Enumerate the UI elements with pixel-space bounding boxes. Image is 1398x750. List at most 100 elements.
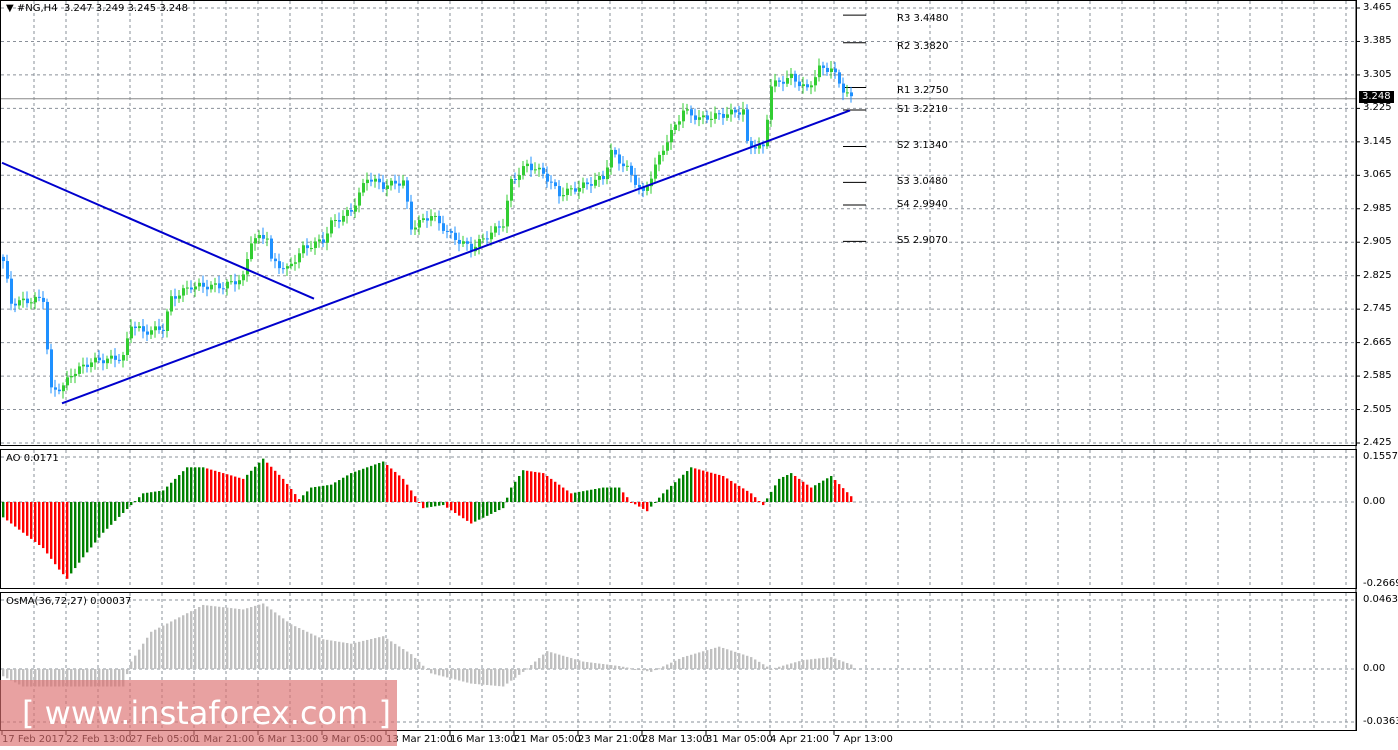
price-axis-label: 3.465 (1363, 2, 1392, 13)
ao-bar (330, 484, 333, 502)
candle-bull (194, 286, 197, 290)
candle-bear (134, 326, 137, 329)
ao-bar (546, 475, 549, 502)
ao-bar (706, 471, 709, 502)
osma-bar (222, 607, 225, 669)
ao-bar (730, 480, 733, 502)
candle-bull (246, 259, 249, 275)
osma-bar (822, 657, 825, 669)
candle-bull (678, 121, 681, 125)
ao-bar (750, 493, 753, 502)
candle-bull (70, 375, 73, 378)
candle-bear (262, 234, 265, 239)
trendline (61, 109, 851, 405)
osma-bar (186, 613, 189, 669)
osma-bar (682, 657, 685, 669)
candle-bear (222, 288, 225, 290)
candle-bear (838, 72, 841, 84)
ao-bar (130, 502, 133, 506)
ao-bar (722, 475, 725, 502)
candle-bull (286, 266, 289, 269)
ao-bar (278, 474, 281, 502)
candle-bull (598, 175, 601, 180)
candle-bull (482, 238, 485, 240)
ao-bar (370, 465, 373, 502)
osma-bar (494, 669, 497, 686)
osma-bar (138, 649, 141, 669)
osma-bar (634, 669, 637, 670)
time-axis-label: 31 Mar 05:00 (706, 734, 773, 745)
candle-bear (466, 241, 469, 244)
candle-bear (706, 115, 709, 120)
osma-bar (390, 641, 393, 669)
ao-bar (126, 502, 129, 510)
candle-bull (702, 115, 705, 118)
candle-bear (162, 329, 165, 331)
osma-bar (850, 664, 853, 669)
candle-bull (502, 226, 505, 228)
candle-bear (734, 109, 737, 113)
candle-bull (290, 263, 293, 267)
osma-bar (626, 667, 629, 669)
candle-bear (46, 301, 49, 350)
osma-bar (310, 633, 313, 669)
candle-bull (110, 355, 113, 359)
ao-bar (414, 496, 417, 502)
candle-bear (486, 238, 489, 240)
ao-bar (442, 502, 445, 506)
ao-bar (814, 485, 817, 502)
candle-bear (738, 112, 741, 115)
ao-bar (302, 495, 305, 502)
osma-bar (742, 654, 745, 669)
ao-bar (286, 483, 289, 502)
candle-bull (418, 220, 421, 228)
candle-bear (822, 65, 825, 68)
ao-bar (378, 462, 381, 502)
osma-bar (242, 609, 245, 669)
candle-bull (22, 298, 25, 301)
ao-bar (270, 466, 273, 502)
osma-bar (618, 666, 621, 669)
candle-bear (218, 283, 221, 289)
ao-bar (390, 468, 393, 502)
time-axis-label: 28 Mar 13:00 (642, 734, 709, 745)
ao-bar (630, 502, 633, 503)
candle-bull (230, 281, 233, 283)
osma-bar (322, 639, 325, 669)
candle-bull (334, 220, 337, 222)
ao-bar (526, 470, 529, 502)
osma-bar (426, 669, 429, 670)
ao-bar (334, 482, 337, 502)
osma-bar (450, 669, 453, 679)
ao-bar (550, 478, 553, 502)
collapse-triangle-icon[interactable]: ▼ (6, 3, 14, 14)
ao-bar (62, 502, 65, 575)
candle-bear (270, 238, 273, 259)
ao-bar (786, 475, 789, 502)
candle-bull (570, 188, 573, 190)
osma-bar (690, 654, 693, 669)
candle-bull (314, 241, 317, 249)
candle-bull (90, 362, 93, 367)
ao-bar (142, 493, 145, 502)
ao-bar (842, 488, 845, 502)
ao-bar (242, 478, 245, 502)
candle-bear (694, 115, 697, 120)
current-price-tag: 3.248 (1359, 91, 1394, 103)
osma-bar (646, 669, 649, 672)
ao-bar (482, 502, 485, 518)
candle-bull (18, 300, 21, 306)
candle-bull (510, 179, 513, 201)
candle-bull (790, 73, 793, 79)
osma-bar (422, 665, 425, 669)
pivot-label: S1 3.2210 (897, 104, 948, 116)
osma-bar (458, 669, 461, 681)
candle-bull (226, 281, 229, 289)
candle-bull (254, 238, 257, 244)
candle-bull (582, 182, 585, 188)
candle-bear (438, 215, 441, 224)
ao-bar (438, 502, 441, 506)
chart-canvas[interactable] (0, 0, 1398, 750)
candle-bear (590, 184, 593, 186)
ao-bar (622, 492, 625, 502)
